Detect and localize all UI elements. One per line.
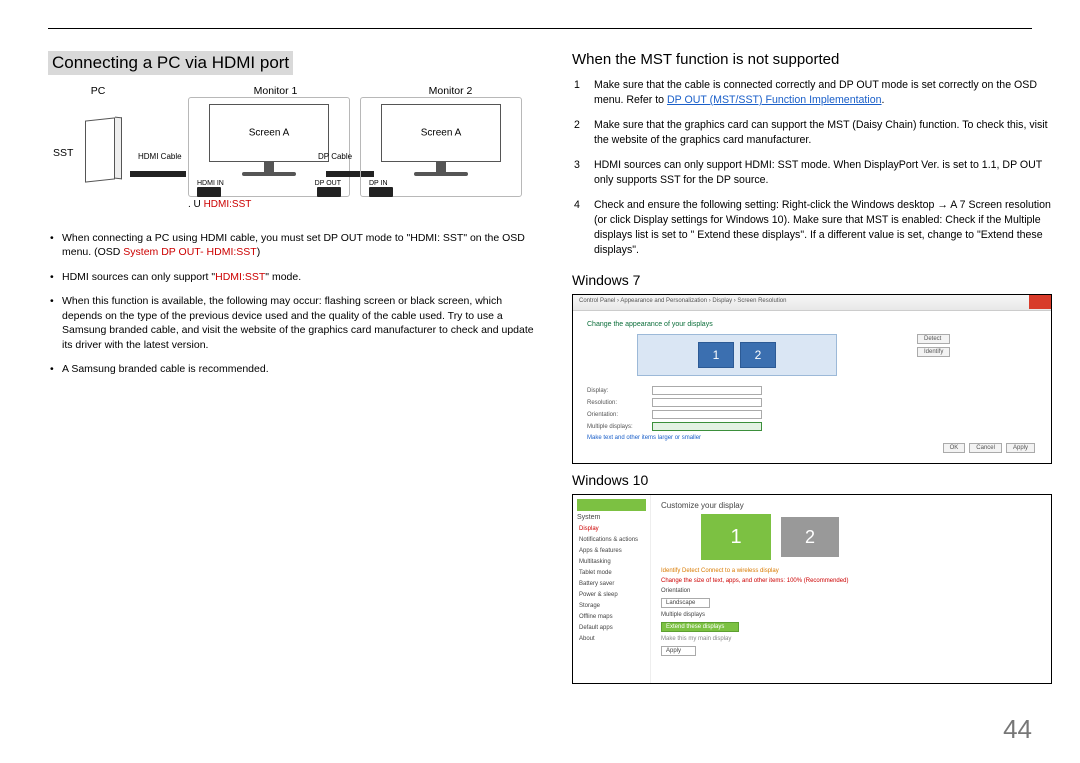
win10-multiple-value: Extend these displays [661,622,739,632]
note-1: When connecting a PC using HDMI cable, y… [48,231,538,260]
label-hdmi-in: HDMI IN [197,180,224,187]
label-monitor2: Monitor 2 [363,85,538,97]
win10-orientation-value: Landscape [661,598,710,608]
win7-breadcrumb: Control Panel › Appearance and Personali… [579,298,786,304]
step-1: Make sure that the cable is connected co… [572,78,1052,108]
step-4: Check and ensure the following setting: … [572,198,1052,258]
win10-mon1: 1 [701,514,771,560]
win10-customize: Customize your display [661,501,1041,510]
monitor1-box: Screen A HDMI IN DP OUT [188,97,350,197]
win10-side-item: Notifications & actions [577,535,646,545]
win7-link: Make text and other items larger or smal… [587,435,1037,441]
win10-multiple-label: Multiple displays [661,612,1041,618]
label-monitor1: Monitor 1 [188,85,363,97]
note-3: When this function is available, the fol… [48,294,538,352]
port-icon [197,187,221,197]
win10-side-item: Storage [577,601,646,611]
heading-windows7: Windows 7 [572,272,1052,288]
win10-monitor-preview: 1 2 [701,514,1041,560]
monitor1-screen: Screen A [209,104,329,162]
win7-header: Change the appearance of your displays [587,321,1037,328]
label-dp-cable: DP Cable [318,152,352,161]
label-pc: PC [48,85,148,97]
win10-identify-detect: Identify Detect Connect to a wireless di… [661,568,1041,574]
win7-row-orientation: Orientation: [587,412,642,418]
label-dp-out: DP OUT [315,180,341,187]
screenshot-windows7: Control Panel › Appearance and Personali… [572,294,1052,464]
hdmi-cable-icon [130,171,186,177]
pc-icon [85,117,115,182]
note-4: A Samsung branded cable is recommended. [48,362,538,376]
label-sst: SST [53,147,73,159]
step-3: HDMI sources can only support HDMI: SST … [572,158,1052,188]
win7-monitor-preview: 1 2 [637,334,837,376]
win10-side-display: Display [577,524,646,534]
win10-side-item: About [577,634,646,644]
win10-apply: Apply [661,646,696,656]
win7-apply: Apply [1006,443,1035,453]
port-icon [369,187,393,197]
screenshot-windows10: System Display Notifications & actions A… [572,494,1052,684]
win7-cancel: Cancel [969,443,1002,453]
connection-diagram: PC Monitor 1 Monitor 2 SST HDMI Cable Sc… [48,85,538,217]
label-dp-in: DP IN [369,180,388,187]
step-2: Make sure that the graphics card can sup… [572,118,1052,148]
heading-mst-not-supported: When the MST function is not supported [572,51,1052,68]
heading-windows10: Windows 10 [572,472,1052,488]
screen-a-1: Screen A [249,128,290,139]
link-dpout-impl[interactable]: DP OUT (MST/SST) Function Implementation [667,94,882,106]
win10-side-item: Power & sleep [577,590,646,600]
win10-system: System [577,514,646,521]
hdmi-sst-line: . U HDMI:SST [188,199,251,210]
notes-list: When connecting a PC using HDMI cable, y… [48,231,538,377]
win10-mon2: 2 [781,517,839,557]
steps-list: Make sure that the cable is connected co… [572,78,1052,258]
win10-orientation-label: Orientation [661,588,1041,594]
monitor2-box: Screen A DP IN [360,97,522,197]
win10-sidebar: System Display Notifications & actions A… [573,495,651,683]
win7-identify: Identify [917,347,950,357]
heading-connecting-hdmi: Connecting a PC via HDMI port [48,51,293,75]
win7-ok: OK [943,443,966,453]
screen-a-2: Screen A [421,128,462,139]
page-number: 44 [1003,714,1032,745]
pc-icon-side [115,117,122,180]
win10-change-size: Change the size of text, apps, and other… [661,578,1041,584]
monitor2-screen: Screen A [381,104,501,162]
win10-make-main: Make this my main display [661,636,1041,642]
win10-side-item: Multitasking [577,557,646,567]
win7-row-display: Display: [587,388,642,394]
win7-row-resolution: Resolution: [587,400,642,406]
win7-row-multiple: Multiple displays: [587,424,642,430]
port-icon [317,187,341,197]
win10-side-item: Apps & features [577,546,646,556]
win10-side-item: Tablet mode [577,568,646,578]
win10-side-item: Battery saver [577,579,646,589]
win7-mon2: 2 [740,342,776,368]
label-hdmi-cable: HDMI Cable [138,152,182,161]
note-2: HDMI sources can only support "HDMI:SST"… [48,270,538,284]
close-icon [1029,295,1051,309]
win10-side-item: Offline maps [577,612,646,622]
win10-side-item: Default apps [577,623,646,633]
win7-detect: Detect [917,334,950,344]
win7-mon1: 1 [698,342,734,368]
